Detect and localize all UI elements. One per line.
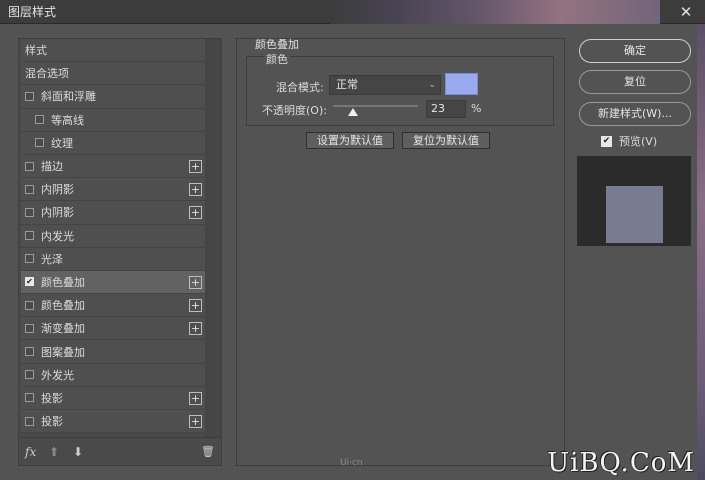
add-style-icon[interactable]: + — [189, 183, 202, 197]
new-style-button[interactable]: 新建样式(W)... — [579, 102, 691, 126]
opacity-slider-track[interactable] — [333, 105, 418, 107]
style-label: 纹理 — [51, 136, 73, 150]
preview-label: 预览(V) — [619, 135, 658, 148]
style-label: 内阴影 — [41, 183, 74, 197]
style-checkbox[interactable] — [25, 323, 34, 333]
style-list-item[interactable]: 内阴影 + — [21, 178, 207, 202]
ok-button[interactable]: 确定 — [579, 39, 691, 63]
style-checkbox[interactable] — [25, 161, 34, 171]
style-label: 光泽 — [41, 252, 63, 266]
style-label: 混合选项 — [25, 67, 69, 81]
blend-mode-select[interactable]: 正常 ⌄ — [329, 75, 441, 95]
style-label: 颜色叠加 — [41, 299, 85, 313]
fx-icon[interactable]: fx — [25, 445, 36, 459]
make-default-button[interactable]: 设置为默认值 — [306, 132, 394, 149]
style-list-panel: 样式 混合选项 斜面和浮雕 等高线 纹理 描边 + 内阴影 + 内阴影 + 内发光 光泽 ✔ 颜色叠加 + 颜色… — [18, 38, 222, 466]
style-checkbox[interactable] — [25, 370, 34, 380]
style-list-item[interactable]: 纹理 — [21, 131, 207, 155]
opacity-label: 不透明度(O): — [262, 104, 327, 117]
style-label: 等高线 — [51, 113, 84, 127]
style-label: 投影 — [41, 415, 63, 429]
style-checkbox[interactable]: ✔ — [25, 277, 34, 287]
style-list-item[interactable]: 图案叠加 — [21, 340, 207, 364]
style-label: 描边 — [41, 160, 63, 174]
style-list-toolbar: fx ⬆ ⬇ 🗑 — [19, 443, 219, 463]
style-list-item[interactable]: 混合选项 — [21, 62, 207, 86]
style-checkbox[interactable] — [25, 231, 34, 241]
style-checkbox[interactable] — [25, 254, 34, 264]
chevron-down-icon: ⌄ — [428, 80, 436, 90]
reset-button[interactable]: 复位 — [579, 70, 691, 94]
style-checkbox[interactable] — [35, 115, 44, 125]
group-title: 颜色叠加 — [255, 38, 299, 51]
subgroup-title: 颜色 — [264, 51, 290, 67]
style-label: 外发光 — [41, 368, 74, 382]
background-image-edge — [697, 24, 705, 480]
style-list-item[interactable]: 渐变叠加 + — [21, 317, 207, 341]
title-bar: 图层样式 ✕ — [0, 0, 705, 24]
preview-thumbnail — [577, 156, 691, 246]
watermark-text: Ui·cn — [340, 458, 363, 468]
color-swatch[interactable] — [445, 73, 478, 95]
style-list: 样式 混合选项 斜面和浮雕 等高线 纹理 描边 + 内阴影 + 内阴影 + 内发光 光泽 ✔ 颜色叠加 + 颜色… — [21, 39, 207, 434]
close-icon[interactable]: ✕ — [675, 3, 697, 21]
style-list-item[interactable]: ✔ 颜色叠加 + — [21, 270, 207, 295]
style-checkbox[interactable] — [25, 347, 34, 357]
style-list-scrollbar[interactable] — [205, 39, 221, 437]
style-label: 斜面和浮雕 — [41, 90, 96, 104]
style-list-item[interactable]: 内发光 — [21, 224, 207, 248]
add-style-icon[interactable]: + — [189, 275, 202, 289]
style-list-item[interactable]: 等高线 — [21, 108, 207, 132]
dialog-title: 图层样式 — [8, 5, 57, 19]
style-list-item[interactable]: 光泽 — [21, 247, 207, 271]
preview-toggle[interactable]: ✔ 预览(V) — [601, 133, 657, 149]
style-label: 颜色叠加 — [41, 275, 85, 289]
style-checkbox[interactable] — [25, 393, 34, 403]
move-up-icon[interactable]: ⬆ — [49, 445, 59, 459]
style-list-item[interactable]: 投影 + — [21, 386, 207, 410]
opacity-slider-thumb[interactable] — [347, 108, 358, 116]
style-label: 样式 — [25, 44, 47, 58]
preview-swatch — [606, 186, 663, 243]
preview-checkbox[interactable]: ✔ — [601, 135, 612, 147]
reset-default-button[interactable]: 复位为默认值 — [402, 132, 490, 149]
opacity-input[interactable]: 23 — [426, 100, 466, 118]
style-label: 投影 — [41, 391, 63, 405]
style-checkbox[interactable] — [35, 138, 44, 148]
brand-logo-text: UiBQ.CoM — [547, 448, 695, 478]
style-list-item[interactable]: 内阴影 + — [21, 201, 207, 225]
style-checkbox[interactable] — [25, 91, 34, 101]
panel-divider — [19, 437, 221, 438]
add-style-icon[interactable]: + — [189, 299, 202, 313]
style-list-item[interactable]: 描边 + — [21, 154, 207, 179]
style-label: 内阴影 — [41, 206, 74, 220]
blend-mode-value: 正常 — [336, 78, 358, 91]
style-list-item[interactable]: 颜色叠加 + — [21, 294, 207, 318]
add-style-icon[interactable]: + — [189, 415, 202, 428]
background-image-strip — [330, 0, 660, 24]
style-list-item[interactable]: 投影 + — [21, 410, 207, 434]
add-style-icon[interactable]: + — [189, 322, 202, 336]
style-label: 渐变叠加 — [41, 322, 85, 336]
style-checkbox[interactable] — [25, 184, 34, 194]
blend-mode-label: 混合模式: — [276, 81, 324, 94]
style-list-item[interactable]: 样式 — [21, 39, 207, 63]
style-list-item[interactable]: 斜面和浮雕 — [21, 85, 207, 109]
style-checkbox[interactable] — [25, 300, 34, 310]
style-checkbox[interactable] — [25, 207, 34, 217]
add-style-icon[interactable]: + — [189, 159, 202, 173]
percent-sign: % — [471, 102, 482, 115]
move-down-icon[interactable]: ⬇ — [73, 445, 83, 459]
add-style-icon[interactable]: + — [189, 206, 202, 220]
delete-icon[interactable]: 🗑 — [201, 445, 215, 458]
style-label: 内发光 — [41, 229, 74, 243]
style-checkbox[interactable] — [25, 416, 34, 426]
style-list-item[interactable]: 外发光 — [21, 363, 207, 387]
add-style-icon[interactable]: + — [189, 391, 202, 405]
style-label: 图案叠加 — [41, 345, 85, 359]
